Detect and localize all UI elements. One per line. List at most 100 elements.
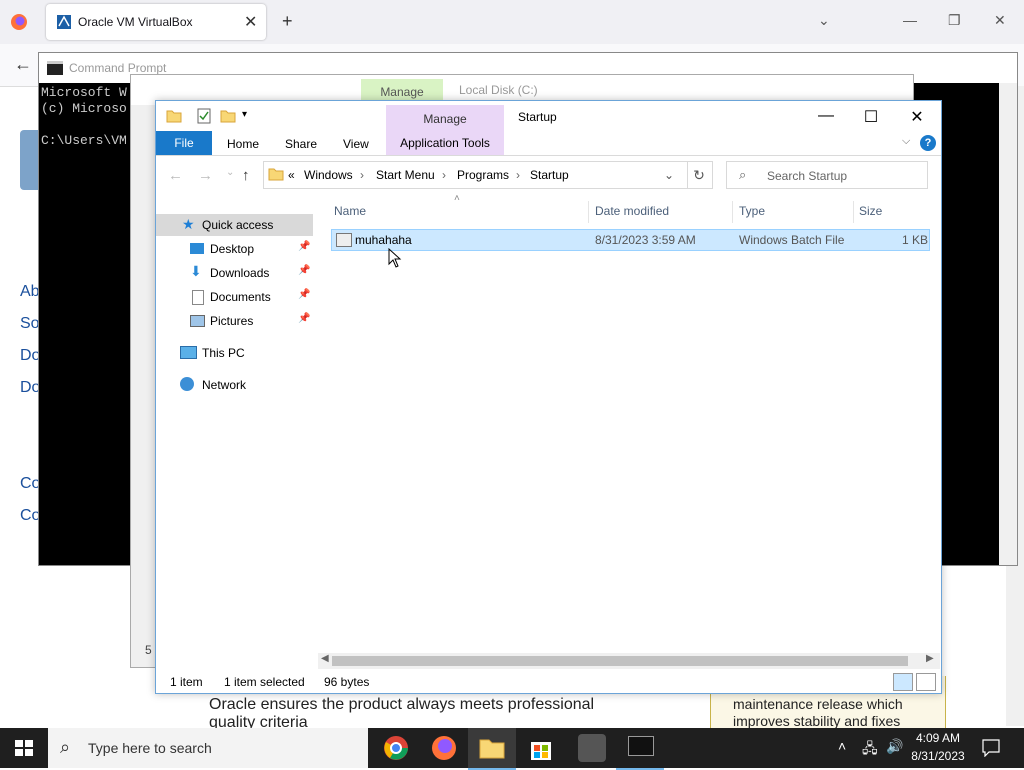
file-row[interactable]: muhahaha 8/31/2023 3:59 AM Windows Batch… bbox=[331, 229, 930, 251]
nav-documents[interactable]: Documents 📌 bbox=[156, 286, 316, 308]
file-type: Windows Batch File bbox=[739, 233, 845, 247]
browser-tab-bar: Oracle VM VirtualBox ✕ + ⌄ — ❐ ✕ bbox=[0, 0, 1024, 44]
nav-network[interactable]: Network bbox=[156, 374, 316, 396]
computer-icon bbox=[180, 346, 197, 359]
window-title: Local Disk (C:) bbox=[459, 83, 538, 97]
page-link[interactable]: Ab bbox=[20, 283, 40, 301]
share-tab[interactable]: Share bbox=[285, 137, 317, 151]
column-divider[interactable] bbox=[588, 201, 589, 223]
notification-icon[interactable] bbox=[982, 739, 1000, 757]
breadcrumb-start-menu[interactable]: Start Menu bbox=[376, 168, 435, 182]
tab-close-icon[interactable]: ✕ bbox=[244, 12, 257, 32]
page-link[interactable]: So bbox=[20, 315, 40, 333]
tray-chevron-icon[interactable]: ˄ bbox=[838, 738, 846, 754]
virtualbox-icon bbox=[57, 15, 71, 29]
firefox-icon[interactable] bbox=[10, 13, 28, 31]
clock-time: 4:09 AM bbox=[915, 731, 961, 745]
nav-pictures[interactable]: Pictures 📌 bbox=[156, 310, 316, 332]
batch-file-icon bbox=[336, 233, 352, 247]
breadcrumb-programs[interactable]: Programs bbox=[457, 168, 509, 182]
pin-icon[interactable]: 📌 bbox=[298, 265, 310, 276]
forward-icon[interactable]: → bbox=[198, 167, 213, 184]
pin-icon[interactable]: 📌 bbox=[298, 313, 310, 324]
volume-icon[interactable]: 🔊 bbox=[886, 738, 903, 755]
ribbon bbox=[156, 131, 941, 156]
minimize-icon[interactable]: — bbox=[811, 107, 841, 125]
search-input[interactable]: ⌕ Search Startup bbox=[726, 161, 928, 189]
home-tab[interactable]: Home bbox=[227, 137, 259, 151]
help-icon[interactable]: ? bbox=[920, 135, 936, 151]
network-tray-icon[interactable]: 🖧 bbox=[862, 738, 878, 762]
new-folder-icon[interactable] bbox=[220, 108, 236, 124]
refresh-icon[interactable]: ↻ bbox=[686, 161, 713, 189]
file-explorer-icon bbox=[479, 739, 505, 759]
window-title: Startup bbox=[518, 110, 557, 124]
application-tools-tab[interactable]: Application Tools bbox=[386, 131, 504, 155]
scroll-right-icon[interactable]: ▶ bbox=[926, 653, 934, 664]
scroll-thumb[interactable] bbox=[332, 656, 908, 666]
view-tab[interactable]: View bbox=[343, 137, 369, 151]
up-icon[interactable]: ↑ bbox=[242, 167, 250, 184]
page-paragraph: Oracle ensures the product always meets … bbox=[209, 696, 595, 731]
windows-start-icon[interactable] bbox=[15, 740, 33, 756]
expand-ribbon-icon[interactable]: ⌵ bbox=[902, 135, 910, 148]
back-icon[interactable]: ← bbox=[168, 167, 183, 184]
cmd-icon bbox=[47, 61, 63, 75]
chrome-icon[interactable] bbox=[382, 734, 410, 762]
pictures-icon bbox=[190, 315, 205, 327]
taskbar-search-box[interactable]: ⌕ Type here to search bbox=[48, 728, 368, 768]
pin-icon[interactable]: 📌 bbox=[298, 241, 310, 252]
firefox-icon[interactable] bbox=[430, 734, 458, 762]
breadcrumb-separator-icon[interactable]: › bbox=[360, 168, 364, 182]
details-view-icon[interactable] bbox=[893, 673, 913, 691]
close-icon[interactable]: ✕ bbox=[994, 12, 1006, 29]
explorer-window[interactable]: ▾ Manage Startup — ☐ ✕ File Home Share V… bbox=[155, 100, 942, 694]
column-header-size[interactable]: Size bbox=[859, 204, 882, 218]
breadcrumb-separator-icon[interactable]: › bbox=[442, 168, 446, 182]
nav-quick-access[interactable]: ★ Quick access bbox=[156, 214, 316, 236]
star-icon: ★ bbox=[182, 216, 195, 232]
explorer-title-bar[interactable]: ▾ Manage Startup — ☐ ✕ bbox=[156, 101, 941, 131]
virtualbox-taskbar-icon[interactable] bbox=[578, 734, 606, 762]
address-dropdown-icon[interactable]: ⌄ bbox=[664, 168, 674, 182]
large-icons-view-icon[interactable] bbox=[916, 673, 936, 691]
close-icon[interactable]: ✕ bbox=[902, 107, 932, 127]
breadcrumb-startup[interactable]: Startup bbox=[530, 168, 569, 182]
nav-desktop[interactable]: Desktop 📌 bbox=[156, 238, 316, 260]
column-divider[interactable] bbox=[732, 201, 733, 223]
address-overflow[interactable]: « bbox=[288, 168, 295, 182]
scroll-left-icon[interactable]: ◀ bbox=[321, 653, 329, 664]
column-header-name[interactable]: Name bbox=[334, 204, 366, 218]
manage-tab[interactable]: Manage bbox=[386, 105, 504, 131]
column-header-type[interactable]: Type bbox=[739, 204, 765, 218]
breadcrumb-windows[interactable]: Windows bbox=[304, 168, 353, 182]
new-tab-icon[interactable]: + bbox=[282, 11, 293, 32]
nav-downloads[interactable]: ⬇ Downloads 📌 bbox=[156, 262, 316, 284]
desktop-icon bbox=[190, 243, 204, 254]
address-bar[interactable]: « Windows › Start Menu › Programs › Star… bbox=[263, 161, 688, 189]
status-bar: 1 item 1 item selected 96 bytes bbox=[156, 671, 941, 693]
breadcrumb-separator-icon[interactable]: › bbox=[516, 168, 520, 182]
browser-tab[interactable]: Oracle VM VirtualBox ✕ bbox=[46, 4, 266, 40]
file-tab[interactable]: File bbox=[156, 131, 212, 155]
recent-locations-icon[interactable]: ⌄ bbox=[226, 167, 234, 178]
minimize-icon[interactable]: — bbox=[903, 12, 917, 28]
tab-list-icon[interactable]: ⌄ bbox=[818, 12, 830, 29]
properties-icon[interactable] bbox=[196, 108, 212, 124]
taskbar-explorer-active[interactable] bbox=[468, 728, 516, 770]
clock[interactable]: 4:09 AM 8/31/2023 bbox=[906, 731, 970, 763]
horizontal-scrollbar[interactable]: ◀ ▶ bbox=[318, 653, 940, 669]
search-icon: ⌕ bbox=[60, 737, 71, 757]
folder-icon bbox=[268, 168, 284, 181]
maximize-icon[interactable]: ☐ bbox=[856, 107, 886, 127]
back-arrow-icon[interactable]: ← bbox=[14, 54, 32, 75]
taskbar-cmd[interactable] bbox=[616, 728, 664, 770]
column-divider[interactable] bbox=[853, 201, 854, 223]
cmd-scrollbar[interactable] bbox=[999, 83, 1017, 565]
column-header-date[interactable]: Date modified bbox=[595, 204, 669, 218]
customize-toolbar-icon[interactable]: ▾ bbox=[242, 109, 247, 120]
restore-icon[interactable]: ❐ bbox=[948, 12, 961, 29]
store-icon[interactable] bbox=[528, 734, 554, 762]
nav-this-pc[interactable]: This PC bbox=[156, 342, 316, 364]
pin-icon[interactable]: 📌 bbox=[298, 289, 310, 300]
